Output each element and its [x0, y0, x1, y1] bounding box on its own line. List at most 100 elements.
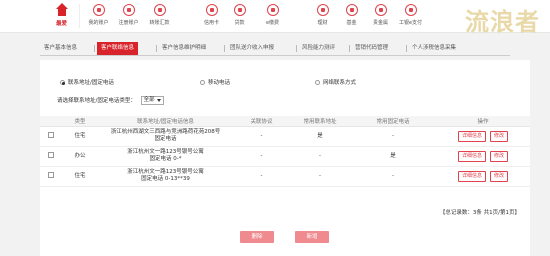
tab-tax-info[interactable]: 个人涉税信息采集	[408, 42, 460, 55]
radio-address-phone[interactable]: 联系地址/固定电话	[60, 78, 114, 86]
radio-label: 联系地址/固定电话	[68, 80, 114, 86]
cell-agreement: -	[233, 166, 290, 187]
contact-panel: 联系地址/固定电话 移动电话 网络联系方式 请选择联系地址/固定电话类型： 全部…	[40, 60, 530, 256]
cell-common-address: -	[290, 146, 350, 167]
nav-item-register[interactable]: 注册账户	[114, 0, 143, 33]
cell-type: 住宅	[62, 126, 98, 147]
radio-label: 移动电话	[208, 80, 231, 86]
type-filter: 请选择联系地址/固定电话类型： 全部	[57, 96, 164, 105]
type-select[interactable]: 全部	[140, 96, 164, 105]
info-line: 浙江杭州文一路123号银号公寓	[127, 169, 204, 175]
cell-info: 浙江杭州文一路123号银号公寓 固定电话 0-*	[98, 146, 233, 167]
cell-common-phone: -	[350, 126, 436, 147]
radio-checked-icon	[60, 80, 65, 85]
table-header: 常用固定电话	[350, 116, 436, 127]
edit-button[interactable]: 修改	[490, 170, 509, 182]
nav-label: 工银e支付	[398, 20, 423, 26]
edit-button[interactable]: 修改	[490, 150, 509, 162]
home-icon	[55, 3, 69, 17]
table-row: 住宅 浙江杭州文一路123号银号公寓 固定电话 0-13**39 - - - 详细…	[40, 166, 530, 187]
cell-common-phone: 是	[350, 146, 436, 167]
edit-button[interactable]: 修改	[490, 130, 509, 142]
add-button[interactable]: 新增	[295, 231, 329, 243]
radio-unchecked-icon	[315, 80, 320, 85]
cell-info: 浙江杭州西湖文三西路与竞洲路荷花苑208号 固定电话	[98, 126, 233, 147]
delete-button[interactable]: 删除	[240, 231, 274, 243]
fund-icon	[345, 4, 358, 16]
type-select-value: 全部	[143, 97, 155, 103]
cell-agreement: -	[233, 126, 290, 147]
row-checkbox[interactable]	[48, 172, 54, 179]
table-header: 关联协议	[233, 116, 290, 127]
info-line: 浙江杭州文一路123号银号公寓	[127, 149, 204, 155]
tab-contact-info[interactable]: 客户联络信息	[97, 42, 139, 55]
table-header: 类型	[62, 116, 98, 127]
cell-info: 浙江杭州文一路123号银号公寓 固定电话 0-13**39	[98, 166, 233, 187]
type-filter-label: 请选择联系地址/固定电话类型：	[57, 98, 136, 104]
info-line: 固定电话 0-13**39	[141, 176, 190, 182]
radio-mobile[interactable]: 移动电话	[200, 78, 230, 86]
table-header: 常用联系地址	[290, 116, 350, 127]
tab-basic-info[interactable]: 客户基本信息	[40, 42, 81, 55]
nav-label: 理财	[317, 20, 328, 26]
detail-button[interactable]: 详细信息	[457, 170, 486, 182]
nav-item-my-account[interactable]: 我的账户	[84, 0, 113, 33]
register-icon	[122, 4, 135, 16]
table-row: 住宅 浙江杭州西湖文三西路与竞洲路荷花苑208号 固定电话 - 是 - 详细信息修…	[40, 126, 530, 147]
cell-agreement: -	[233, 146, 290, 167]
nav-item-fund[interactable]: 基金	[337, 0, 366, 33]
tab-risk-assessment[interactable]: 风险能力测评	[298, 42, 339, 55]
table-header: 联系地址/固定电话信息	[98, 116, 233, 127]
nav-label: 我的账户	[88, 20, 109, 26]
radio-network[interactable]: 网络联系方式	[315, 78, 356, 86]
nav-item-epay[interactable]: 工银e支付	[396, 0, 425, 33]
watermark: 流浪者	[465, 7, 540, 36]
table-header-row: 类型 联系地址/固定电话信息 关联协议 常用联系地址 常用固定电话 操作	[40, 116, 530, 127]
cell-type: 办公	[62, 146, 98, 167]
radio-unchecked-icon	[200, 80, 205, 85]
detail-button[interactable]: 详细信息	[457, 150, 486, 162]
nav-item-credit-card[interactable]: 信用卡	[197, 0, 226, 33]
nav-label: 信用卡	[203, 20, 219, 26]
top-navigation: 最爱 我的账户 注册账户 转账汇款 信用卡 贷款 e缴费 理财 基金 贵金属 工…	[0, 0, 550, 36]
nav-label: e缴费	[265, 20, 280, 26]
cell-common-phone: -	[350, 166, 436, 187]
info-line: 固定电话	[154, 136, 177, 142]
nav-item-favorites[interactable]: 最爱	[47, 0, 76, 33]
table-header: 操作	[436, 116, 530, 127]
nav-item-gold[interactable]: 贵金属	[366, 0, 395, 33]
sub-tabs: 客户基本信息 客户联络信息 客户信息维护明细 团队送介收入申报 风险能力测评 营…	[40, 42, 510, 56]
cell-common-address: -	[290, 166, 350, 187]
tab-marketing-code[interactable]: 营销代码管理	[351, 42, 392, 55]
info-line: 固定电话 0-*	[149, 156, 182, 162]
nav-label: 贵金属	[372, 20, 388, 26]
finance-icon	[316, 4, 329, 16]
account-icon	[92, 4, 105, 16]
epay-icon	[404, 4, 417, 16]
table-row: 办公 浙江杭州文一路123号银号公寓 固定电话 0-* - - 是 详细信息 修改	[40, 146, 530, 167]
row-checkbox[interactable]	[48, 152, 54, 159]
gold-icon	[374, 4, 387, 16]
tab-maintenance-detail[interactable]: 客户信息维护明细	[158, 42, 210, 55]
nav-label: 注册账户	[118, 20, 139, 26]
nav-label: 最爱	[55, 21, 67, 27]
radio-label: 网络联系方式	[323, 80, 357, 86]
record-summary: 【总记录数：3条 共1页/第1页】	[439, 210, 520, 216]
chevron-down-icon	[156, 99, 161, 102]
loan-icon	[233, 4, 246, 16]
nav-item-finance[interactable]: 理财	[308, 0, 337, 33]
nav-label: 转账汇款	[149, 20, 170, 26]
nav-item-loan[interactable]: 贷款	[225, 0, 254, 33]
contact-table: 类型 联系地址/固定电话信息 关联协议 常用联系地址 常用固定电话 操作 住宅 …	[40, 116, 530, 187]
nav-label: 基金	[346, 20, 357, 26]
payment-icon	[266, 4, 279, 16]
nav-item-epayment[interactable]: e缴费	[258, 0, 287, 33]
cell-common-address: 是	[290, 126, 350, 147]
nav-item-transfer[interactable]: 转账汇款	[145, 0, 174, 33]
tab-team-income[interactable]: 团队送介收入申报	[226, 42, 278, 55]
detail-button[interactable]: 详细信息	[457, 130, 486, 142]
credit-card-icon	[205, 4, 218, 16]
row-checkbox[interactable]	[48, 132, 54, 139]
table-header	[40, 116, 62, 127]
info-line: 浙江杭州西湖文三西路与竞洲路荷花苑208号	[110, 129, 221, 135]
